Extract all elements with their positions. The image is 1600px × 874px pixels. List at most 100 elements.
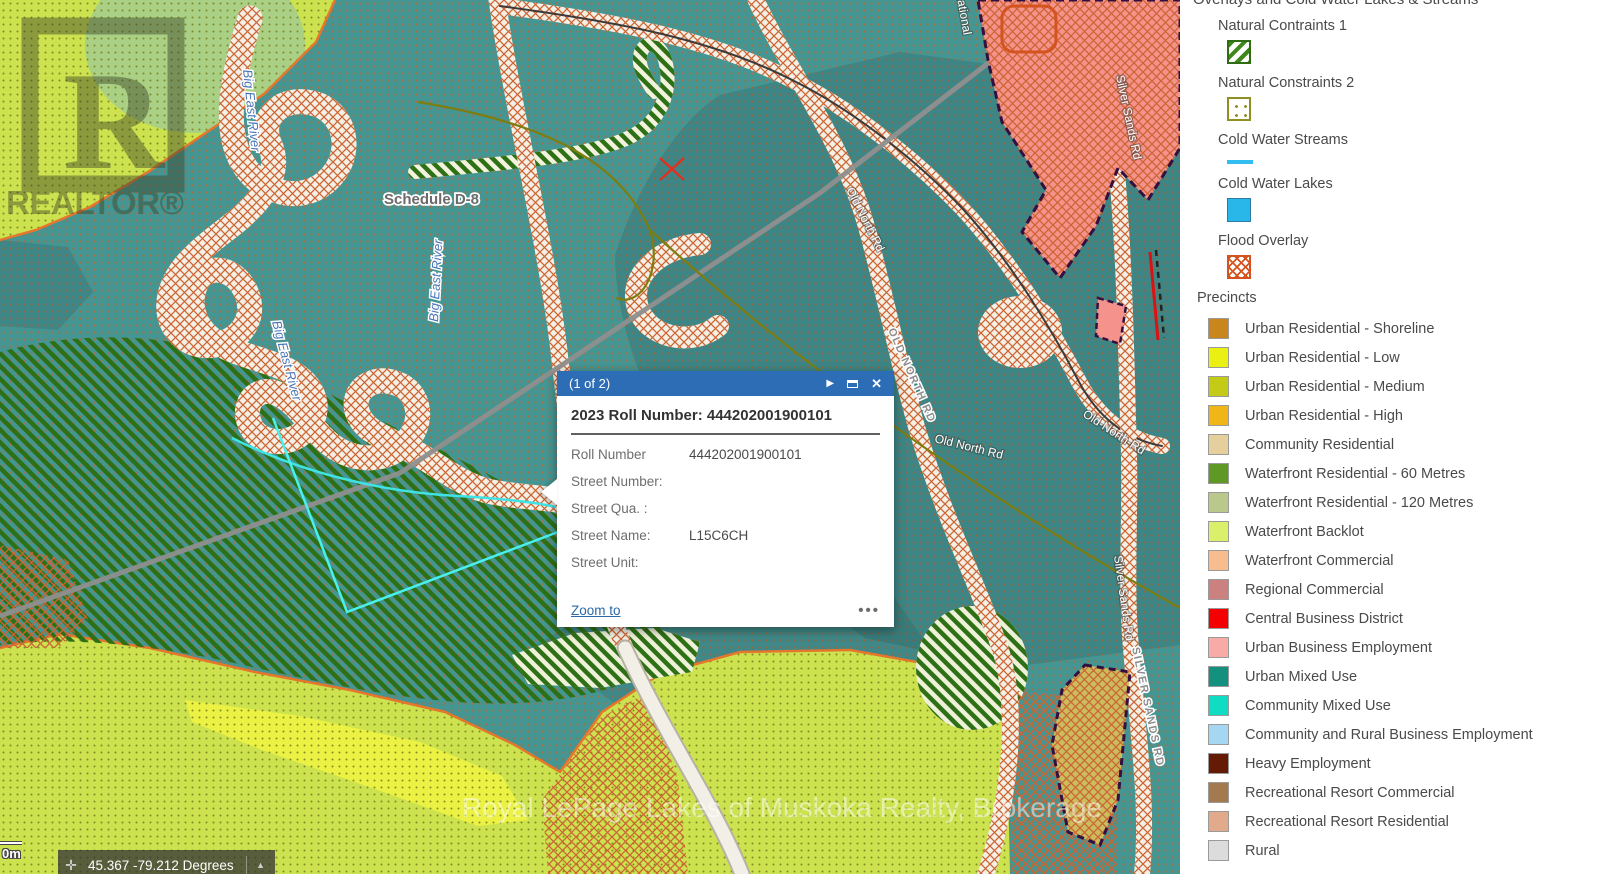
legend-precinct-row: Waterfront Backlot: [1180, 517, 1600, 546]
legend-precinct-row: Community and Rural Business Employment: [1180, 720, 1600, 749]
legend-label: Regional Commercial: [1245, 582, 1384, 598]
coordinate-bar[interactable]: ✛ 45.367 -79.212 Degrees ▲: [58, 850, 275, 874]
legend-swatch: [1208, 811, 1229, 832]
legend-item-natural-constraints-2: Natural Constraints 2: [1180, 73, 1600, 121]
legend-swatch-cyan-fill: [1227, 198, 1251, 222]
more-options-button[interactable]: •••: [858, 606, 880, 616]
legend-label: Cold Water Streams: [1218, 130, 1600, 150]
svg-text:REALTOR®: REALTOR®: [6, 184, 186, 221]
legend-swatch: [1208, 579, 1229, 600]
legend-precinct-row: Urban Residential - Shoreline: [1180, 314, 1600, 343]
legend-label: Natural Constraints 2: [1218, 73, 1600, 93]
legend-swatch: [1208, 840, 1229, 861]
legend-label: Cold Water Lakes: [1218, 174, 1600, 194]
legend-swatch: [1208, 318, 1229, 339]
legend-precinct-row: Central Business District: [1180, 604, 1600, 633]
crosshair-icon: ✛: [58, 857, 84, 874]
legend-label: Urban Residential - Medium: [1245, 379, 1425, 395]
legend-label: Heavy Employment: [1245, 756, 1371, 772]
legend-precinct-row: Heavy Employment: [1180, 749, 1600, 778]
legend-swatch: [1208, 376, 1229, 397]
legend-precinct-row: Rural: [1180, 836, 1600, 865]
legend-precinct-row: Recreational Resort Commercial: [1180, 778, 1600, 807]
legend-label: Recreational Resort Residential: [1245, 814, 1449, 830]
svg-text:R: R: [63, 44, 166, 199]
legend-precinct-row: Urban Residential - Medium: [1180, 372, 1600, 401]
precincts-list: Urban Residential - Shoreline Urban Resid…: [1180, 314, 1600, 865]
legend-label: Urban Residential - High: [1245, 408, 1403, 424]
legend-swatch: [1208, 434, 1229, 455]
legend-swatch: [1208, 782, 1229, 803]
legend-precinct-row: Waterfront Commercial: [1180, 546, 1600, 575]
legend-precinct-row: Community Mixed Use: [1180, 691, 1600, 720]
maximize-button[interactable]: [847, 380, 858, 388]
field-label: Roll Number: [571, 446, 689, 464]
next-feature-button[interactable]: ▶: [826, 378, 834, 389]
legend-precinct-row: Urban Residential - High: [1180, 401, 1600, 430]
legend-precinct-row: Community Residential: [1180, 430, 1600, 459]
feature-popup: (1 of 2) ▶ ✕ 2023 Roll Number: 444202001…: [557, 371, 894, 627]
legend-item-cold-water-lakes: Cold Water Lakes: [1180, 174, 1600, 222]
legend-label: Community Mixed Use: [1245, 698, 1391, 714]
legend-swatch-orange-crosshatch: [1227, 255, 1251, 279]
legend-label: Recreational Resort Commercial: [1245, 785, 1455, 801]
legend-swatch: [1208, 521, 1229, 542]
legend-swatch: [1208, 637, 1229, 658]
expand-icon[interactable]: ▲: [247, 860, 275, 870]
field-label: Street Number:: [571, 473, 689, 491]
legend-item-flood-overlay: Flood Overlay: [1180, 231, 1600, 279]
legend-label: Waterfront Residential - 60 Metres: [1245, 466, 1465, 482]
legend-swatch: [1208, 724, 1229, 745]
legend-swatch: [1208, 753, 1229, 774]
legend-swatch-green-hatch: [1227, 40, 1251, 64]
popup-callout-arrow: [541, 479, 557, 505]
legend-swatch: [1208, 463, 1229, 484]
legend-swatch-cyan-line: [1227, 160, 1253, 164]
legend-precinct-row: Urban Mixed Use: [1180, 662, 1600, 691]
legend-label: Waterfront Residential - 120 Metres: [1245, 495, 1473, 511]
schedule-label: Schedule D-8: [384, 191, 479, 208]
field-value: [689, 473, 880, 491]
map-canvas[interactable]: Schedule D-8 Big East River Big East Riv…: [0, 0, 1180, 874]
field-label: Street Unit:: [571, 554, 689, 572]
legend-label: Waterfront Commercial: [1245, 553, 1394, 569]
legend-header: Overlays and Cold Water Lakes & Streams: [1193, 0, 1478, 8]
legend-label: Natural Contraints 1: [1218, 16, 1600, 36]
popup-body: 2023 Roll Number: 444202001900101 Roll N…: [557, 396, 894, 627]
field-value: [689, 554, 880, 572]
legend-precinct-row: Waterfront Residential - 60 Metres: [1180, 459, 1600, 488]
legend-label: Urban Residential - Low: [1245, 350, 1400, 366]
field-label: Street Qua. :: [571, 500, 689, 518]
legend-swatch: [1208, 347, 1229, 368]
zoom-to-link[interactable]: Zoom to: [571, 603, 621, 618]
field-label: Street Name:: [571, 527, 689, 545]
legend-label: Central Business District: [1245, 611, 1403, 627]
legend-label: Community and Rural Business Employment: [1245, 727, 1533, 743]
legend-precinct-row: Urban Business Employment: [1180, 633, 1600, 662]
brokerage-watermark: Royal LePage Lakes of Muskoka Realty, Br…: [462, 792, 1102, 823]
popup-title: 2023 Roll Number: 444202001900101: [571, 407, 880, 435]
realtor-watermark-logo: R REALTOR®: [6, 26, 186, 221]
legend-swatch: [1208, 405, 1229, 426]
legend-swatch-olive-dotted: [1227, 97, 1251, 121]
close-button[interactable]: ✕: [871, 376, 882, 392]
legend-swatch: [1208, 666, 1229, 687]
legend-label: Urban Mixed Use: [1245, 669, 1357, 685]
app-window: Schedule D-8 Big East River Big East Riv…: [0, 0, 1600, 874]
legend-label: Rural: [1245, 843, 1280, 859]
field-value: 444202001900101: [689, 446, 880, 464]
legend-label: Urban Business Employment: [1245, 640, 1432, 656]
legend-label: Waterfront Backlot: [1245, 524, 1364, 540]
legend-precinct-row: Regional Commercial: [1180, 575, 1600, 604]
popup-pager: (1 of 2): [569, 376, 610, 391]
legend-item-natural-constraints-1: Natural Contraints 1: [1180, 16, 1600, 64]
scale-label: 0m: [2, 846, 21, 861]
legend-label: Community Residential: [1245, 437, 1394, 453]
coordinate-readout: 45.367 -79.212 Degrees: [84, 858, 246, 873]
popup-header: (1 of 2) ▶ ✕: [557, 371, 894, 396]
legend-swatch: [1208, 695, 1229, 716]
legend-swatch: [1208, 550, 1229, 571]
legend-precinct-row: Urban Residential - Low: [1180, 343, 1600, 372]
legend-label: Flood Overlay: [1218, 231, 1600, 251]
legend-panel: Overlays and Cold Water Lakes & Streams …: [1180, 0, 1600, 874]
